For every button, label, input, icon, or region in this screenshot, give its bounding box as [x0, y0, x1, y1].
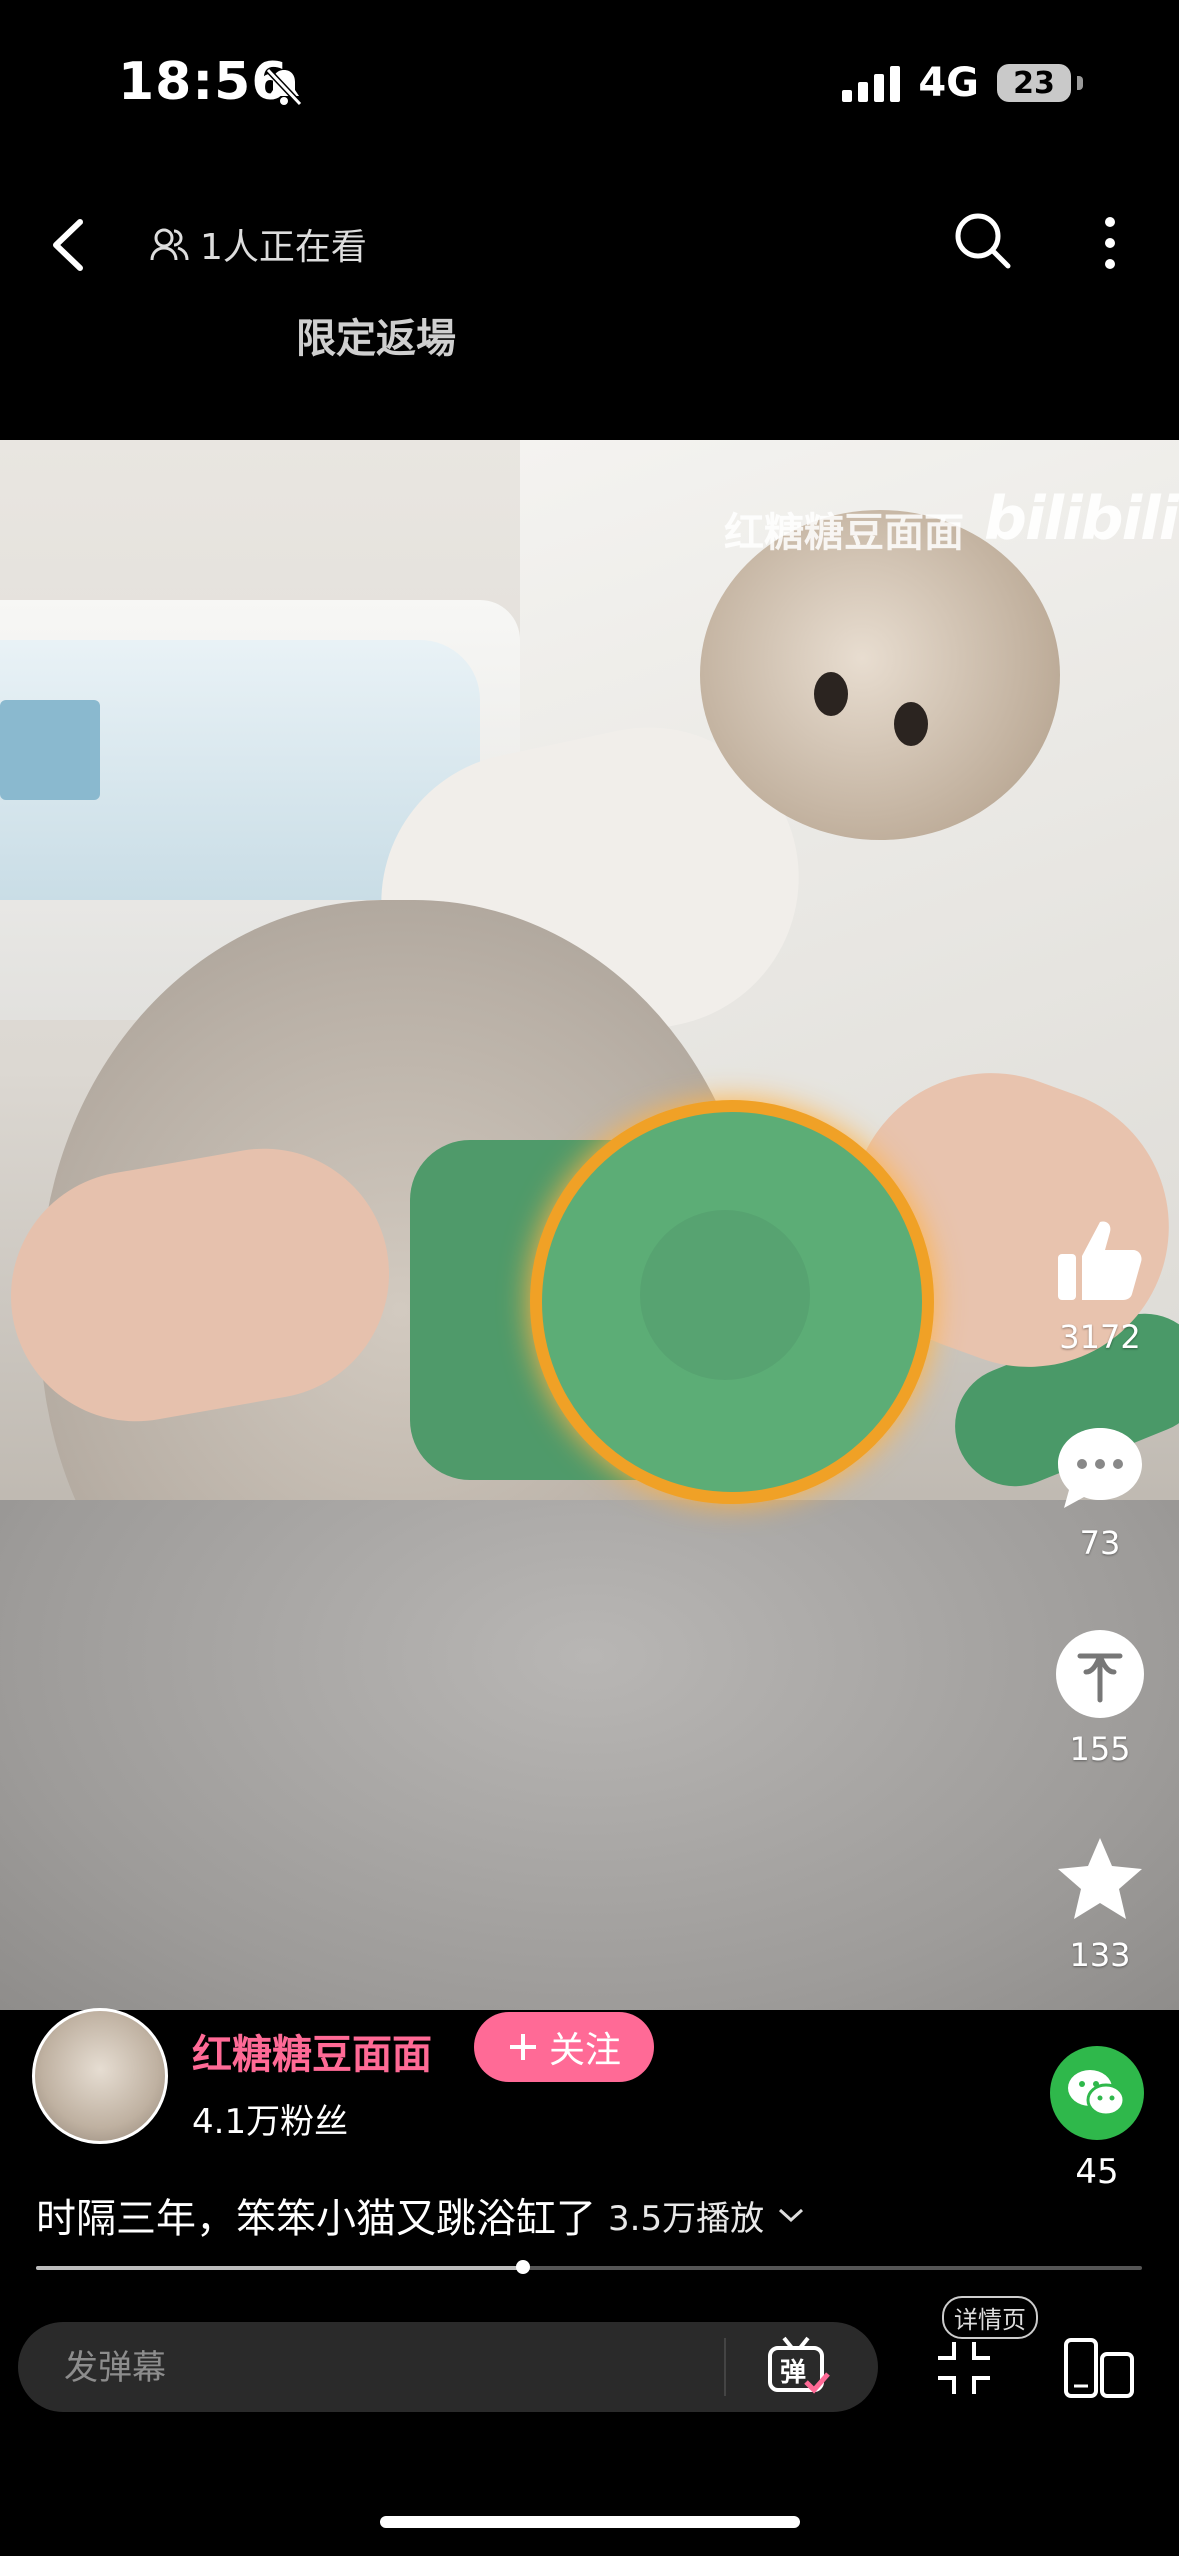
progress-fill: [36, 2266, 523, 2270]
wechat-icon: [1068, 2070, 1126, 2117]
plus-icon: [509, 2034, 536, 2060]
battery-tip: [1077, 76, 1083, 90]
danmaku-toggle-button[interactable]: 弹: [766, 2336, 830, 2398]
coin-icon: [1056, 1630, 1144, 1718]
mute-bell-icon: [265, 67, 303, 107]
favorite-action[interactable]: 133: [1040, 1832, 1160, 1974]
follow-button[interactable]: 关注: [474, 2012, 654, 2082]
search-icon[interactable]: [950, 208, 1016, 274]
video-player[interactable]: 红糖糖豆面面 bilibili: [0, 440, 1179, 2010]
avatar[interactable]: [32, 2008, 168, 2144]
coin-count: 155: [1069, 1730, 1131, 1768]
signal-icon: [842, 64, 901, 102]
coin-action[interactable]: 155: [1040, 1626, 1160, 1768]
towel: [0, 1500, 1179, 2010]
people-icon: [150, 228, 189, 261]
more-icon[interactable]: [1090, 208, 1130, 278]
cat-head: [700, 510, 1060, 840]
bilibili-logo: bilibili: [984, 484, 1179, 554]
comment-count: 73: [1079, 1524, 1121, 1562]
viewers-label: 1人正在看: [200, 227, 367, 268]
battery-icon: 23: [997, 64, 1071, 102]
battery-level: 23: [1013, 65, 1055, 101]
video-title-row[interactable]: 时隔三年，笨笨小猫又跳浴缸了 3.5万播放: [36, 2186, 806, 2244]
danmaku-button-label: 弹: [780, 2358, 807, 2388]
watermark-text: 红糖糖豆面面: [724, 510, 964, 556]
play-count: 3.5万播放: [608, 2198, 765, 2239]
danmaku-input[interactable]: [62, 2322, 706, 2414]
favorite-count: 133: [1069, 1936, 1131, 1974]
dryer-core: [640, 1210, 810, 1380]
comment-action[interactable]: 73: [1040, 1420, 1160, 1562]
author-name[interactable]: 红糖糖豆面面: [192, 2022, 432, 2080]
cat-eye-right: [894, 702, 928, 746]
collapse-icon[interactable]: [932, 2336, 996, 2400]
detail-page-tag[interactable]: 详情页: [942, 2296, 1038, 2339]
chevron-down-icon: [779, 2208, 804, 2223]
progress-bar[interactable]: [36, 2260, 1142, 2274]
divider: [724, 2338, 726, 2396]
progress-handle[interactable]: [515, 2260, 530, 2274]
follow-label: 关注: [548, 2030, 621, 2071]
like-count: 3172: [1059, 1318, 1141, 1356]
back-icon[interactable]: [40, 210, 100, 280]
danmaku-bar: 弹: [18, 2322, 878, 2414]
thumbs-up-icon: [1058, 1221, 1142, 1300]
star-icon: [1058, 1838, 1142, 1919]
viewers-count: 1人正在看: [150, 218, 367, 270]
share-count: 45: [1075, 2152, 1119, 2192]
like-action[interactable]: 3172: [1040, 1214, 1160, 1356]
landscape-icon[interactable]: [1064, 2336, 1134, 2400]
cat-eye-left: [814, 672, 848, 716]
video-title: 时隔三年，笨笨小猫又跳浴缸了: [36, 2196, 596, 2242]
water: [0, 700, 100, 800]
wechat-share-button[interactable]: [1050, 2046, 1144, 2140]
promo-text[interactable]: 限定返場: [296, 306, 456, 364]
network-type: 4G: [918, 60, 979, 106]
comment-icon: [1058, 1428, 1142, 1508]
status-right: 4G 23: [842, 60, 1083, 106]
fans-count: 4.1万粉丝: [192, 2102, 349, 2142]
home-indicator: [380, 2516, 800, 2528]
